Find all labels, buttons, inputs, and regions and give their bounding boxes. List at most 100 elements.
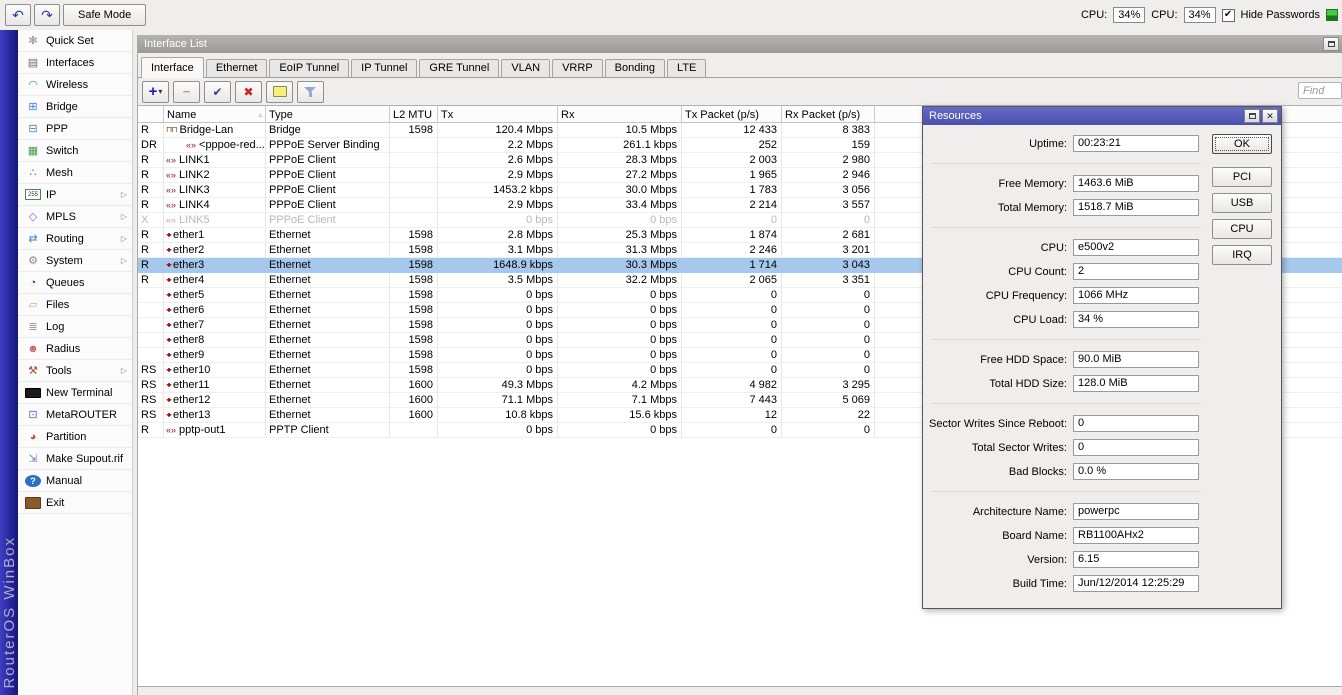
enable-button[interactable]: ✔ bbox=[204, 81, 231, 103]
column-header-name[interactable]: Name▵ bbox=[164, 106, 266, 122]
sidebar-item-partition[interactable]: ◕Partition bbox=[18, 426, 132, 448]
comment-button[interactable] bbox=[266, 81, 293, 103]
redo-button[interactable]: ↷ bbox=[34, 4, 60, 26]
maximize-icon[interactable] bbox=[1244, 109, 1260, 123]
field-row: Version:6.15 bbox=[931, 550, 1281, 574]
tab-ethernet[interactable]: Ethernet bbox=[206, 59, 268, 77]
column-header-tx-packet-p-s[interactable]: Tx Packet (p/s) bbox=[682, 106, 782, 122]
sidebar-item-mesh[interactable]: ∴Mesh bbox=[18, 162, 132, 184]
sidebar-item-wireless[interactable]: ◠Wireless bbox=[18, 74, 132, 96]
remove-button[interactable]: − bbox=[173, 81, 200, 103]
sidebar-item-manual[interactable]: Manual bbox=[18, 470, 132, 492]
sidebar-item-tools[interactable]: ⚒Tools▷ bbox=[18, 360, 132, 382]
comment-icon bbox=[273, 86, 287, 97]
sidebar-item-switch[interactable]: ▦Switch bbox=[18, 140, 132, 162]
field-row: Total Sector Writes:0 bbox=[931, 438, 1281, 462]
hide-passwords-checkbox[interactable]: ✔ bbox=[1222, 9, 1235, 22]
sidebar-item-queues[interactable]: ◔Queues bbox=[18, 272, 132, 294]
undo-button[interactable]: ↶ bbox=[5, 4, 31, 26]
sidebar-item-metarouter[interactable]: ⊡MetaROUTER bbox=[18, 404, 132, 426]
sidebar-item-log[interactable]: ≣Log bbox=[18, 316, 132, 338]
tab-ip-tunnel[interactable]: IP Tunnel bbox=[351, 59, 417, 77]
status-bar bbox=[138, 686, 1342, 695]
usb-button[interactable]: USB bbox=[1212, 193, 1272, 213]
column-header-flags[interactable] bbox=[138, 106, 164, 122]
interface-name-cell: ◂▸ether8 bbox=[164, 333, 266, 348]
brand-vertical-text: RouterOS WinBox bbox=[1, 536, 18, 689]
cpu-button[interactable]: CPU bbox=[1212, 219, 1272, 239]
board-name-field[interactable]: RB1100AHx2 bbox=[1073, 527, 1199, 544]
field-group-separator bbox=[931, 403, 1281, 414]
flag-cell: X bbox=[138, 213, 164, 228]
column-header-rx[interactable]: Rx bbox=[558, 106, 682, 122]
l2mtu-cell: 1598 bbox=[390, 258, 438, 273]
flag-cell: RS bbox=[138, 408, 164, 423]
total-sector-writes-field[interactable]: 0 bbox=[1073, 439, 1199, 456]
rxp-cell: 0 bbox=[782, 348, 875, 363]
architecture-name-field[interactable]: powerpc bbox=[1073, 503, 1199, 520]
disable-button[interactable]: ✖ bbox=[235, 81, 262, 103]
column-header-l2-mtu[interactable]: L2 MTU bbox=[390, 106, 438, 122]
filter-button[interactable] bbox=[297, 81, 324, 103]
build-time-field[interactable]: Jun/12/2014 12:25:29 bbox=[1073, 575, 1199, 592]
sidebar-item-ip[interactable]: IP▷ bbox=[18, 184, 132, 206]
sidebar-item-bridge[interactable]: ⊞Bridge bbox=[18, 96, 132, 118]
find-input[interactable] bbox=[1298, 82, 1342, 99]
sidebar-item-routing[interactable]: ⇄Routing▷ bbox=[18, 228, 132, 250]
sidebar-item-quick-set[interactable]: ✻Quick Set bbox=[18, 30, 132, 52]
txp-cell: 12 bbox=[682, 408, 782, 423]
bad-blocks-field[interactable]: 0.0 % bbox=[1073, 463, 1199, 480]
hide-passwords-label[interactable]: Hide Passwords bbox=[1241, 9, 1320, 21]
sidebar-item-exit[interactable]: Exit bbox=[18, 492, 132, 514]
sidebar-item-files[interactable]: ▱Files bbox=[18, 294, 132, 316]
sector-writes-since-reboot-field[interactable]: 0 bbox=[1073, 415, 1199, 432]
safe-mode-button[interactable]: Safe Mode bbox=[63, 4, 146, 26]
sidebar-item-ppp[interactable]: ⊟PPP bbox=[18, 118, 132, 140]
tab-bonding[interactable]: Bonding bbox=[605, 59, 665, 77]
rxp-cell: 0 bbox=[782, 363, 875, 378]
cpu-left-value: 34% bbox=[1113, 7, 1145, 23]
cpu-field[interactable]: e500v2 bbox=[1073, 239, 1199, 256]
column-header-tx[interactable]: Tx bbox=[438, 106, 558, 122]
tab-vrrp[interactable]: VRRP bbox=[552, 59, 603, 77]
version-field[interactable]: 6.15 bbox=[1073, 551, 1199, 568]
sidebar-item-system[interactable]: ⚙System▷ bbox=[18, 250, 132, 272]
irq-button[interactable]: IRQ bbox=[1212, 245, 1272, 265]
flag-cell: R bbox=[138, 183, 164, 198]
txp-cell: 0 bbox=[682, 288, 782, 303]
cpu-frequency-field[interactable]: 1066 MHz bbox=[1073, 287, 1199, 304]
rxp-cell: 3 201 bbox=[782, 243, 875, 258]
tab-gre-tunnel[interactable]: GRE Tunnel bbox=[419, 59, 499, 77]
free-hdd-space-field[interactable]: 90.0 MiB bbox=[1073, 351, 1199, 368]
column-header-rx-packet-p-s[interactable]: Rx Packet (p/s) bbox=[782, 106, 875, 122]
cpu-load-field[interactable]: 34 % bbox=[1073, 311, 1199, 328]
total-memory-field[interactable]: 1518.7 MiB bbox=[1073, 199, 1199, 216]
sidebar-item-mpls[interactable]: ◇MPLS▷ bbox=[18, 206, 132, 228]
terminal-icon bbox=[25, 388, 41, 398]
sidebar-item-interfaces[interactable]: ▤Interfaces bbox=[18, 52, 132, 74]
total-hdd-size-field[interactable]: 128.0 MiB bbox=[1073, 375, 1199, 392]
txp-cell: 2 003 bbox=[682, 153, 782, 168]
tab-interface[interactable]: Interface bbox=[141, 57, 204, 78]
interface-name-cell: ◂▸ether11 bbox=[164, 378, 266, 393]
ppp-icon: «» bbox=[166, 201, 176, 210]
restore-window-icon[interactable] bbox=[1323, 37, 1339, 51]
column-header-type[interactable]: Type bbox=[266, 106, 390, 122]
sidebar-item-new-terminal[interactable]: New Terminal bbox=[18, 382, 132, 404]
tab-lte[interactable]: LTE bbox=[667, 59, 706, 77]
sidebar-item-radius[interactable]: ☻Radius bbox=[18, 338, 132, 360]
rx-cell: 28.3 Mbps bbox=[558, 153, 682, 168]
close-icon[interactable]: ✕ bbox=[1262, 109, 1278, 123]
sidebar-item-make-supout-rif[interactable]: ⇲Make Supout.rif bbox=[18, 448, 132, 470]
tab-eoip-tunnel[interactable]: EoIP Tunnel bbox=[269, 59, 349, 77]
tab-vlan[interactable]: VLAN bbox=[501, 59, 550, 77]
pci-button[interactable]: PCI bbox=[1212, 167, 1272, 187]
cpu-count-field[interactable]: 2 bbox=[1073, 263, 1199, 280]
field-label: Version: bbox=[922, 554, 1067, 566]
free-memory-field[interactable]: 1463.6 MiB bbox=[1073, 175, 1199, 192]
ok-button[interactable]: OK bbox=[1212, 134, 1272, 154]
add-button[interactable]: +▾ bbox=[142, 81, 169, 103]
interface-name: Bridge-Lan bbox=[179, 124, 233, 136]
uptime-field[interactable]: 00:23:21 bbox=[1073, 135, 1199, 152]
column-header-label: Rx Packet (p/s) bbox=[785, 109, 860, 121]
